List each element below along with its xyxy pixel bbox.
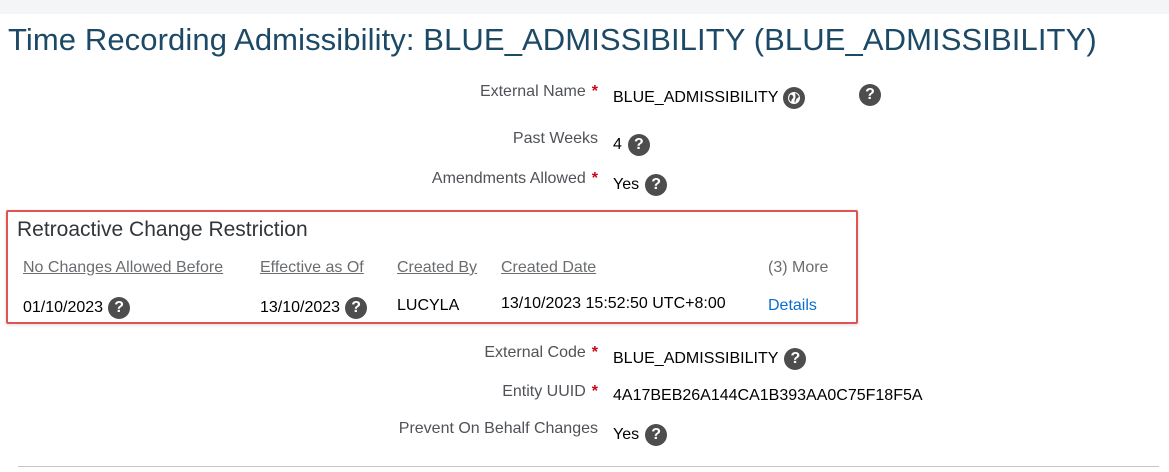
page-title: Time Recording Admissibility: BLUE_ADMIS… <box>8 22 1097 57</box>
external-name-text: BLUE_ADMISSIBILITY <box>613 89 779 106</box>
entity-uuid-label: Entity UUID * <box>502 383 598 400</box>
column-header-no-changes-allowed-before[interactable]: No Changes Allowed Before <box>23 259 223 277</box>
divider <box>18 466 1159 467</box>
entity-uuid-value: 4A17BEB26A144CA1B393AA0C75F18F5A <box>613 387 923 405</box>
panel-title: Retroactive Change Restriction <box>17 218 308 241</box>
cell-created-by: LUCYLA <box>397 297 460 314</box>
help-icon[interactable]: ? <box>645 174 668 196</box>
field-external-code: External Code * BLUE_ADMISSIBILITY ? <box>0 344 1169 374</box>
effective-as-of-text: 13/10/2023 <box>260 299 341 316</box>
amendments-allowed-value: Yes ? <box>613 174 668 196</box>
external-name-value: BLUE_ADMISSIBILITY <box>613 87 806 109</box>
past-weeks-text: 4 <box>613 136 622 153</box>
field-entity-uuid: Entity UUID * 4A17BEB26A144CA1B393AA0C75F… <box>0 383 1169 413</box>
column-header-more: (3) More <box>768 259 829 276</box>
help-icon[interactable]: ? <box>345 297 368 319</box>
required-marker: * <box>591 383 598 400</box>
field-prevent-on-behalf-changes: Prevent On Behalf Changes Yes ? <box>0 420 1169 450</box>
entity-uuid-text: 4A17BEB26A144CA1B393AA0C75F18F5A <box>613 387 923 404</box>
prevent-on-behalf-value: Yes ? <box>613 424 668 446</box>
help-icon[interactable]: ? <box>645 424 668 446</box>
details-link[interactable]: Details <box>768 297 817 315</box>
top-bar <box>0 0 1169 14</box>
external-code-label: External Code * <box>484 344 598 361</box>
field-amendments-allowed: Amendments Allowed * Yes ? <box>0 170 1169 200</box>
field-past-weeks: Past Weeks 4 ? <box>0 130 1169 160</box>
past-weeks-value: 4 ? <box>613 134 650 156</box>
help-icon[interactable]: ? <box>108 297 131 319</box>
required-marker: * <box>591 344 598 361</box>
external-name-label: External Name * <box>479 83 598 100</box>
amendments-allowed-label: Amendments Allowed * <box>431 170 598 187</box>
retroactive-change-restriction-panel: Retroactive Change Restriction No Change… <box>6 210 858 324</box>
field-external-name: External Name * BLUE_ADMISSIBILITY <box>0 83 1169 113</box>
required-marker: * <box>591 170 598 187</box>
column-header-effective-as-of[interactable]: Effective as Of <box>260 259 364 277</box>
column-header-created-by[interactable]: Created By <box>397 259 477 277</box>
help-icon[interactable]: ? <box>784 348 807 370</box>
amendments-allowed-text: Yes <box>613 176 640 193</box>
required-marker: * <box>591 83 598 100</box>
help-icon[interactable]: ? <box>859 84 881 106</box>
cell-created-date: 13/10/2023 15:52:50 UTC+8:00 <box>501 295 726 312</box>
help-icon[interactable]: ? <box>627 134 650 156</box>
cell-no-changes-before: 01/10/2023 ? <box>23 297 131 319</box>
external-code-value: BLUE_ADMISSIBILITY ? <box>613 348 807 370</box>
prevent-on-behalf-text: Yes <box>613 426 640 443</box>
cell-effective-as-of: 13/10/2023 ? <box>260 297 368 319</box>
no-changes-before-text: 01/10/2023 <box>23 299 104 316</box>
external-code-text: BLUE_ADMISSIBILITY <box>613 350 779 367</box>
globe-icon[interactable] <box>783 87 806 109</box>
column-header-created-date[interactable]: Created Date <box>501 259 596 277</box>
past-weeks-label: Past Weeks <box>512 130 598 147</box>
prevent-on-behalf-label: Prevent On Behalf Changes <box>398 420 598 437</box>
